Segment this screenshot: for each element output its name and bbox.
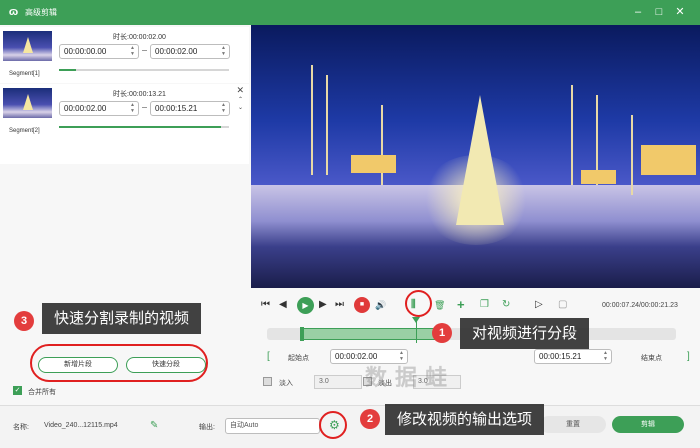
- segment-progress: [59, 69, 229, 71]
- settings-highlight-ring: [319, 411, 347, 439]
- frame-prev-icon[interactable]: ▷: [535, 298, 543, 312]
- minimize-button[interactable]: –: [630, 4, 646, 20]
- timeline-handle[interactable]: [300, 327, 304, 341]
- video-preview[interactable]: [251, 25, 700, 288]
- spinner-icon[interactable]: ▲ ▼: [130, 102, 135, 114]
- annotation-callout-3: 快速分割录制的视频: [42, 303, 202, 334]
- move-up-icon[interactable]: ⌃: [238, 96, 243, 103]
- annotation-badge-3: 3: [14, 311, 34, 331]
- playhead[interactable]: [412, 317, 420, 343]
- reset-button[interactable]: 重置: [540, 416, 606, 433]
- cut-button[interactable]: 剪辑: [612, 416, 684, 433]
- output-select[interactable]: 自动Auto: [225, 418, 320, 434]
- spinner-icon[interactable]: ▲ ▼: [221, 102, 226, 114]
- app-logo-icon: ɷ: [8, 6, 19, 18]
- start-bracket-icon[interactable]: [: [267, 351, 270, 362]
- segment-item[interactable]: Segment[2] 时长:00:00:13.21 00:00:02.00 ▲ ▼ …: [0, 84, 249, 164]
- title-bar: ɷ 高级剪辑 – □ ✕: [0, 0, 700, 25]
- annotation-callout-1: 对视频进行分段: [460, 318, 590, 349]
- end-bracket-icon[interactable]: ]: [687, 351, 690, 362]
- add-icon[interactable]: +: [457, 298, 465, 312]
- merge-all-checkbox[interactable]: ✓: [13, 386, 22, 395]
- segment-name: Segment[1]: [9, 71, 40, 77]
- rewind-icon[interactable]: ◀: [279, 298, 287, 312]
- close-window-button[interactable]: ✕: [672, 4, 688, 20]
- copy-icon[interactable]: ❐: [480, 298, 489, 312]
- segment-name: Segment[2]: [9, 128, 40, 134]
- spinner-icon[interactable]: ▲ ▼: [221, 45, 226, 57]
- range-end-input[interactable]: 00:00:15.21 ▲ ▼: [534, 349, 612, 364]
- segment-duration: 时长:00:00:13.21: [113, 91, 166, 98]
- name-label: 名称:: [13, 424, 29, 431]
- watermark: 数据蛙: [365, 365, 456, 390]
- annotation-badge-1: 1: [432, 323, 452, 343]
- segment-progress: [59, 126, 229, 128]
- frame-next-icon[interactable]: ▢: [558, 298, 567, 312]
- quick-split-highlight-ring: [30, 344, 208, 382]
- fade-in-input[interactable]: 3.0: [314, 375, 362, 389]
- edit-name-icon[interactable]: ✎: [150, 420, 158, 431]
- segment-thumbnail: [3, 31, 52, 61]
- start-point-label: 起始点: [288, 355, 309, 362]
- end-point-label: 结束点: [641, 355, 662, 362]
- skip-end-icon[interactable]: ⏭: [335, 298, 344, 312]
- maximize-button[interactable]: □: [651, 4, 667, 20]
- volume-icon[interactable]: 🔊: [375, 298, 386, 312]
- split-highlight-ring: [405, 290, 432, 317]
- segment-thumbnail: [3, 88, 52, 118]
- merge-all-label: 合并所有: [28, 389, 56, 396]
- segment-end-input[interactable]: 00:00:02.00 ▲ ▼: [150, 44, 230, 59]
- skip-start-icon[interactable]: ⏮: [261, 298, 270, 312]
- play-button[interactable]: ▶: [297, 297, 314, 314]
- move-down-icon[interactable]: ⌄: [238, 104, 243, 111]
- segment-start-input[interactable]: 00:00:00.00 ▲ ▼: [59, 44, 139, 59]
- output-label: 输出:: [199, 424, 215, 431]
- window-title: 高级剪辑: [25, 8, 57, 17]
- stop-button[interactable]: ■: [354, 297, 370, 313]
- fade-in-checkbox[interactable]: [263, 377, 272, 386]
- christmas-tree: [456, 95, 504, 225]
- delete-segment-icon[interactable]: ✕: [236, 85, 244, 96]
- forward-icon[interactable]: ▶: [319, 298, 327, 312]
- segment-item[interactable]: Segment[1] 时长:00:00:02.00 00:00:00.00 ▲ ▼ …: [0, 27, 249, 83]
- bottom-bar: 名称: Video_240...12115.mp4 ✎ 输出: 自动Auto ⚙…: [0, 405, 700, 448]
- segment-duration: 时长:00:00:02.00: [113, 34, 166, 41]
- annotation-badge-2: 2: [360, 409, 380, 429]
- segment-start-input[interactable]: 00:00:02.00 ▲ ▼: [59, 101, 139, 116]
- delete-icon[interactable]: 🗑: [434, 298, 445, 312]
- segment-end-input[interactable]: 00:00:15.21 ▲ ▼: [150, 101, 230, 116]
- file-name: Video_240...12115.mp4: [44, 422, 118, 429]
- reset-icon[interactable]: ↻: [502, 298, 510, 312]
- fade-in-label: 淡入: [279, 380, 293, 387]
- annotation-callout-2: 修改视频的输出选项: [385, 404, 545, 435]
- playback-timecode: 00:00:07.24/00:00:21.23: [602, 302, 678, 309]
- spinner-icon[interactable]: ▲ ▼: [130, 45, 135, 57]
